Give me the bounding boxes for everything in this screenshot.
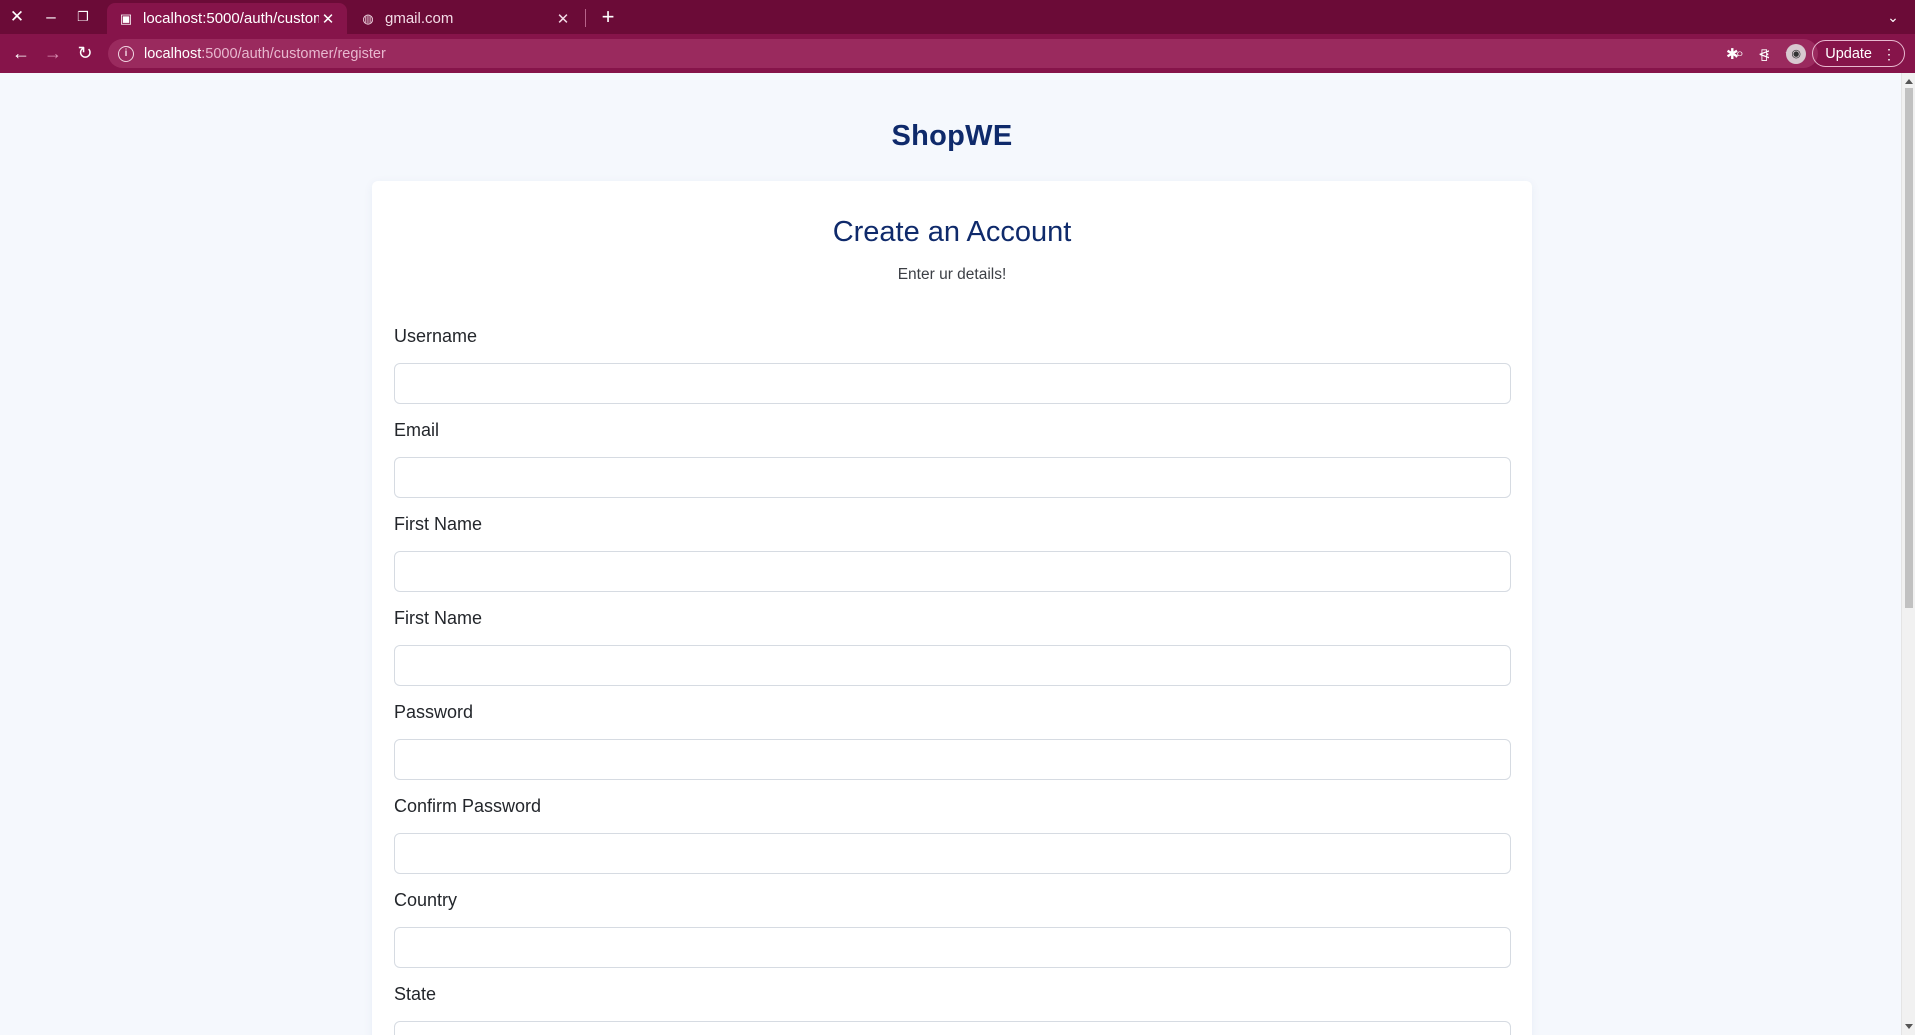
tab-separator — [585, 9, 586, 27]
tab-gmail[interactable]: ◍ gmail.com ✕ — [349, 3, 582, 34]
register-card: Create an Account Enter ur details! User… — [372, 181, 1532, 1035]
site-info-icon[interactable]: i — [118, 45, 134, 62]
country-input[interactable] — [394, 927, 1511, 968]
username-input[interactable] — [394, 363, 1511, 404]
restore-window-icon[interactable]: ❐ — [66, 0, 100, 34]
brand-logo: ShopWE — [891, 120, 1013, 152]
forward-arrow-icon[interactable]: → — [38, 38, 68, 68]
scroll-down-arrow-icon[interactable] — [1905, 1024, 1913, 1029]
tab-close-icon[interactable]: ✕ — [554, 10, 572, 28]
state-label: State — [394, 984, 437, 1004]
url-path: :5000/auth/customer/register — [201, 45, 386, 62]
country-label: Country — [394, 890, 458, 910]
page-scrollbar[interactable] — [1901, 73, 1915, 1035]
second-name-input[interactable] — [394, 645, 1511, 686]
first-name-input[interactable] — [394, 551, 1511, 592]
url-host: localhost — [144, 45, 202, 62]
tab-title: localhost:5000/auth/customer/register — [143, 10, 319, 27]
more-vert-icon: ⋮ — [1882, 45, 1896, 62]
reload-icon[interactable]: ↻ — [70, 38, 100, 68]
password-input[interactable] — [394, 739, 1511, 780]
side-panel-icon[interactable]: ▯ — [1748, 38, 1780, 70]
email-input[interactable] — [394, 457, 1511, 498]
extensions-puzzle-icon[interactable]: ✱ — [1716, 38, 1748, 70]
scroll-up-arrow-icon[interactable] — [1905, 79, 1913, 84]
update-button[interactable]: Update ⋮ — [1812, 40, 1905, 67]
tab-close-icon[interactable]: ✕ — [319, 10, 337, 28]
profile-avatar[interactable]: ◉ — [1786, 43, 1807, 64]
state-input[interactable] — [394, 1021, 1511, 1035]
close-window-icon[interactable]: ✕ — [0, 0, 34, 34]
chevron-down-icon[interactable]: ⌄ — [1881, 2, 1905, 32]
back-arrow-icon[interactable]: ← — [6, 38, 36, 68]
minimize-window-icon[interactable]: – — [34, 0, 68, 34]
tab-bar: ✕ – ❐ ▣ localhost:5000/auth/customer/reg… — [0, 0, 1915, 34]
page-title: Create an Account — [832, 216, 1072, 248]
globe-favicon-icon: ◍ — [362, 10, 374, 26]
scroll-thumb[interactable] — [1905, 88, 1913, 608]
tab-title: gmail.com — [385, 10, 454, 27]
page-viewport: ShopWE Create an Account Enter ur detail… — [0, 73, 1915, 1035]
username-label: Username — [394, 326, 478, 346]
first-name-label: First Name — [394, 514, 483, 534]
tab-register[interactable]: ▣ localhost:5000/auth/customer/register … — [107, 3, 347, 34]
confirm-password-label: Confirm Password — [394, 796, 542, 816]
email-label: Email — [394, 420, 440, 440]
new-tab-icon[interactable]: + — [594, 2, 622, 32]
terminal-favicon-icon: ▣ — [119, 10, 133, 26]
browser-toolbar: ← → ↻ i localhost:5000/auth/customer/reg… — [0, 34, 1915, 73]
address-bar[interactable]: i localhost:5000/auth/customer/register … — [108, 39, 1818, 68]
password-label: Password — [394, 702, 474, 722]
update-label: Update — [1825, 45, 1872, 62]
page-subtitle: Enter ur details! — [897, 266, 1007, 283]
confirm-password-input[interactable] — [394, 833, 1511, 874]
second-name-label: First Name — [394, 608, 483, 628]
